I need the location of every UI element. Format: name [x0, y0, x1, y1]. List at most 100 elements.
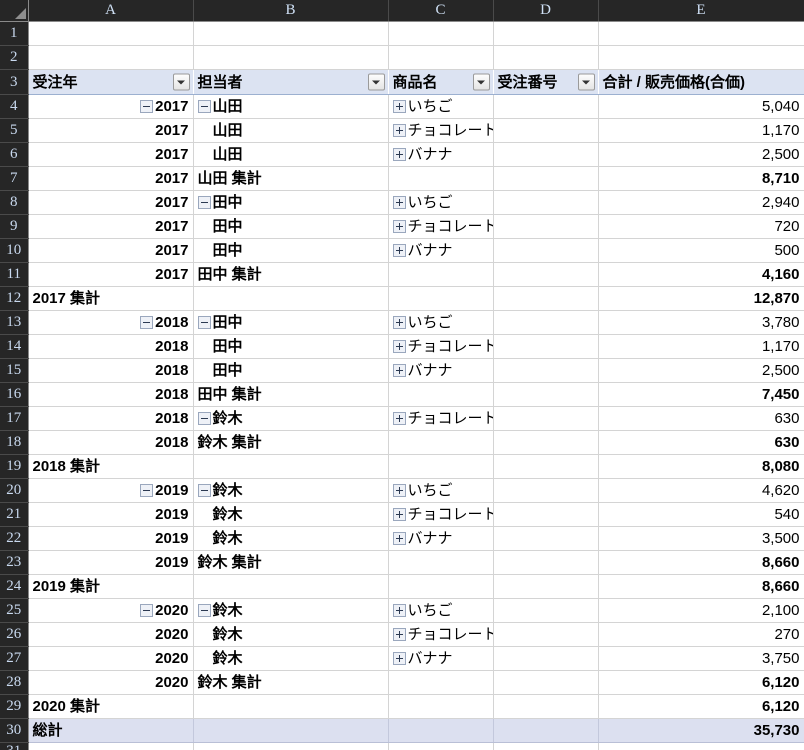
cell-A12[interactable]: 2017 集計: [28, 286, 194, 311]
cell-E8[interactable]: 2,940: [598, 190, 804, 215]
cell-A21[interactable]: 2019: [28, 502, 194, 527]
cell-E12[interactable]: 12,870: [598, 286, 804, 311]
row-header-22[interactable]: 22: [0, 526, 29, 551]
expand-product-icon[interactable]: [392, 627, 406, 641]
cell-A1[interactable]: [28, 21, 194, 46]
row-header-25[interactable]: 25: [0, 598, 29, 623]
cell-E23[interactable]: 8,660: [598, 550, 804, 575]
cell-A23[interactable]: 2019: [28, 550, 194, 575]
field-header-b[interactable]: 担当者: [193, 69, 389, 95]
expand-product-icon[interactable]: [392, 147, 406, 161]
cell-E20[interactable]: 4,620: [598, 478, 804, 503]
expand-product-icon[interactable]: [392, 339, 406, 353]
cell-B21[interactable]: 鈴木: [193, 502, 389, 527]
cell-C20[interactable]: いちご: [388, 478, 494, 503]
cell-B17[interactable]: 鈴木: [193, 406, 389, 431]
cell-A24[interactable]: 2019 集計: [28, 574, 194, 599]
cell-A5[interactable]: 2017: [28, 118, 194, 143]
row-header-2[interactable]: 2: [0, 45, 29, 70]
row-header-11[interactable]: 11: [0, 262, 29, 287]
cell-D22[interactable]: [493, 526, 599, 551]
column-header-b[interactable]: B: [193, 0, 389, 22]
cell-E2[interactable]: [598, 45, 804, 70]
cell-C10[interactable]: バナナ: [388, 238, 494, 263]
cell-A11[interactable]: 2017: [28, 262, 194, 287]
cell-C16[interactable]: [388, 382, 494, 407]
cell-B30[interactable]: [193, 718, 389, 743]
cell-B31[interactable]: [193, 742, 389, 750]
cell-B8[interactable]: 田中: [193, 190, 389, 215]
cell-D7[interactable]: [493, 166, 599, 191]
cell-C5[interactable]: チョコレート: [388, 118, 494, 143]
cell-B1[interactable]: [193, 21, 389, 46]
cell-A16[interactable]: 2018: [28, 382, 194, 407]
cell-E22[interactable]: 3,500: [598, 526, 804, 551]
expand-product-icon[interactable]: [392, 315, 406, 329]
row-header-23[interactable]: 23: [0, 550, 29, 575]
cell-E10[interactable]: 500: [598, 238, 804, 263]
cell-C2[interactable]: [388, 45, 494, 70]
cell-D10[interactable]: [493, 238, 599, 263]
cell-E29[interactable]: 6,120: [598, 694, 804, 719]
cell-C21[interactable]: チョコレート: [388, 502, 494, 527]
row-header-6[interactable]: 6: [0, 142, 29, 167]
cell-E14[interactable]: 1,170: [598, 334, 804, 359]
row-header-31[interactable]: 31: [0, 742, 29, 750]
cell-E21[interactable]: 540: [598, 502, 804, 527]
cell-B19[interactable]: [193, 454, 389, 479]
expand-product-icon[interactable]: [392, 483, 406, 497]
cell-A15[interactable]: 2018: [28, 358, 194, 383]
cell-A31[interactable]: [28, 742, 194, 750]
cell-D5[interactable]: [493, 118, 599, 143]
row-header-1[interactable]: 1: [0, 21, 29, 46]
cell-A29[interactable]: 2020 集計: [28, 694, 194, 719]
cell-C15[interactable]: バナナ: [388, 358, 494, 383]
collapse-person-icon[interactable]: [197, 411, 211, 425]
cell-D12[interactable]: [493, 286, 599, 311]
cell-B5[interactable]: 山田: [193, 118, 389, 143]
row-header-14[interactable]: 14: [0, 334, 29, 359]
cell-B23[interactable]: 鈴木 集計: [193, 550, 389, 575]
cell-C9[interactable]: チョコレート: [388, 214, 494, 239]
row-header-13[interactable]: 13: [0, 310, 29, 335]
cell-C31[interactable]: [388, 742, 494, 750]
cell-C28[interactable]: [388, 670, 494, 695]
cell-A26[interactable]: 2020: [28, 622, 194, 647]
cell-D26[interactable]: [493, 622, 599, 647]
column-header-e[interactable]: E: [598, 0, 804, 22]
cell-B18[interactable]: 鈴木 集計: [193, 430, 389, 455]
cell-A4[interactable]: 2017: [28, 94, 194, 119]
row-header-9[interactable]: 9: [0, 214, 29, 239]
cell-B26[interactable]: 鈴木: [193, 622, 389, 647]
cell-C26[interactable]: チョコレート: [388, 622, 494, 647]
cell-D23[interactable]: [493, 550, 599, 575]
field-header-d[interactable]: 受注番号: [493, 69, 599, 95]
cell-B7[interactable]: 山田 集計: [193, 166, 389, 191]
cell-E31[interactable]: [598, 742, 804, 750]
cell-C18[interactable]: [388, 430, 494, 455]
row-header-27[interactable]: 27: [0, 646, 29, 671]
cell-D29[interactable]: [493, 694, 599, 719]
row-header-8[interactable]: 8: [0, 190, 29, 215]
cell-C25[interactable]: いちご: [388, 598, 494, 623]
cell-C30[interactable]: [388, 718, 494, 743]
filter-dropdown-icon[interactable]: [577, 73, 595, 91]
cell-B24[interactable]: [193, 574, 389, 599]
row-header-24[interactable]: 24: [0, 574, 29, 599]
row-header-30[interactable]: 30: [0, 718, 29, 743]
cell-C14[interactable]: チョコレート: [388, 334, 494, 359]
expand-product-icon[interactable]: [392, 99, 406, 113]
cell-E25[interactable]: 2,100: [598, 598, 804, 623]
column-header-d[interactable]: D: [493, 0, 599, 22]
row-header-7[interactable]: 7: [0, 166, 29, 191]
cell-B20[interactable]: 鈴木: [193, 478, 389, 503]
cell-B6[interactable]: 山田: [193, 142, 389, 167]
cell-E5[interactable]: 1,170: [598, 118, 804, 143]
cell-E1[interactable]: [598, 21, 804, 46]
cell-A10[interactable]: 2017: [28, 238, 194, 263]
cell-D15[interactable]: [493, 358, 599, 383]
cell-E27[interactable]: 3,750: [598, 646, 804, 671]
cell-D28[interactable]: [493, 670, 599, 695]
cell-D14[interactable]: [493, 334, 599, 359]
cell-E17[interactable]: 630: [598, 406, 804, 431]
